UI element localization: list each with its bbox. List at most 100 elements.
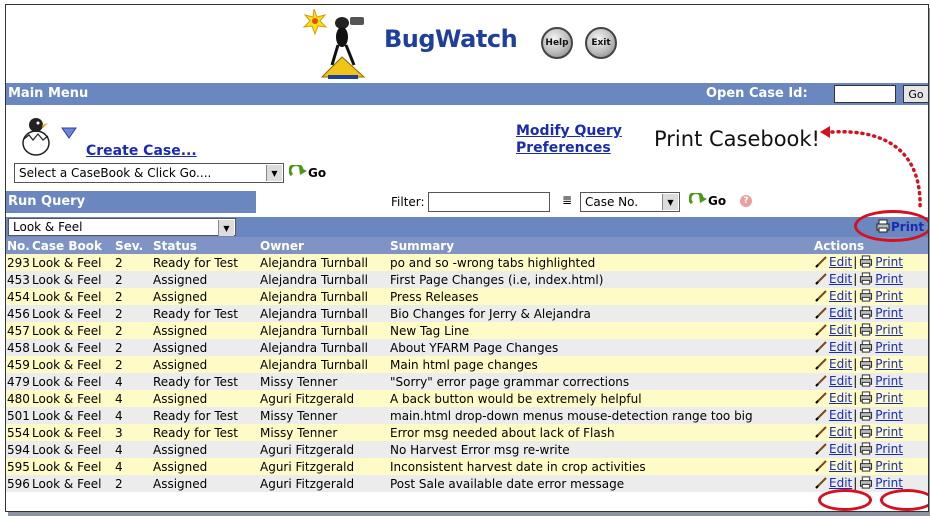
chevron-down-icon: ▼ bbox=[662, 194, 678, 210]
print-link[interactable]: Print bbox=[875, 442, 903, 456]
printer-icon bbox=[860, 357, 873, 370]
pencil-icon bbox=[815, 374, 827, 387]
cell-severity: 2 bbox=[114, 271, 152, 288]
cell-no: 457 bbox=[6, 322, 31, 339]
cell-summary: Post Sale available date error message bbox=[389, 475, 813, 492]
table-row[interactable]: 554 Look & Feel 3 Ready for Test Missy Tenne… bbox=[6, 424, 928, 441]
casebook-select[interactable]: Select a CaseBook & Click Go.... ▼ bbox=[14, 163, 284, 183]
table-row[interactable]: 594 Look & Feel 4 Assigned Aguri Fitzgerald N… bbox=[6, 441, 928, 458]
cell-severity: 2 bbox=[114, 475, 152, 492]
print-link[interactable]: Print bbox=[875, 425, 903, 439]
help-icon[interactable]: ? bbox=[740, 195, 752, 207]
cell-actions: Edit | Print bbox=[813, 373, 928, 390]
cell-summary: No Harvest Error msg re-write bbox=[389, 441, 813, 458]
edit-link[interactable]: Edit bbox=[829, 272, 852, 286]
col-header-no[interactable]: No. bbox=[6, 237, 31, 254]
cell-summary: main.html drop-down menus mouse-detectio… bbox=[389, 407, 813, 424]
casebook-filter-row: Look & Feel ▼ Print bbox=[6, 217, 928, 237]
table-row[interactable]: 453 Look & Feel 2 Assigned Alejandra Turnbal… bbox=[6, 271, 928, 288]
edit-link[interactable]: Edit bbox=[829, 425, 852, 439]
cell-actions: Edit | Print bbox=[813, 322, 928, 339]
casebook-go-button[interactable]: Go bbox=[308, 166, 326, 180]
print-link[interactable]: Print bbox=[875, 374, 903, 388]
create-case-link[interactable]: Create Case... bbox=[86, 143, 197, 159]
table-row[interactable]: 479 Look & Feel 4 Ready for Test Missy Tenne… bbox=[6, 373, 928, 390]
cell-casebook: Look & Feel bbox=[31, 305, 114, 322]
edit-link[interactable]: Edit bbox=[829, 340, 852, 354]
col-header-summary[interactable]: Summary bbox=[389, 237, 813, 254]
print-link[interactable]: Print bbox=[875, 272, 903, 286]
help-button[interactable]: Help bbox=[541, 27, 573, 59]
print-link[interactable]: Print bbox=[875, 255, 903, 269]
cell-severity: 2 bbox=[114, 305, 152, 322]
print-link[interactable]: Print bbox=[875, 357, 903, 371]
table-row[interactable]: 293 Look & Feel 2 Ready for Test Alejandra T… bbox=[6, 254, 928, 271]
run-query-go-button[interactable]: Go bbox=[708, 194, 726, 208]
open-case-input[interactable] bbox=[834, 85, 896, 103]
edit-link[interactable]: Edit bbox=[829, 459, 852, 473]
go-arrow-icon[interactable] bbox=[689, 193, 709, 209]
edit-link[interactable]: Edit bbox=[829, 255, 852, 269]
open-case-go-button[interactable]: Go bbox=[903, 85, 928, 103]
print-link[interactable]: Print bbox=[875, 391, 903, 405]
sort-select-value: Case No. bbox=[585, 195, 639, 209]
expand-triangle-icon[interactable] bbox=[61, 127, 77, 142]
cell-no: 501 bbox=[6, 407, 31, 424]
print-link[interactable]: Print bbox=[875, 476, 903, 490]
table-row[interactable]: 501 Look & Feel 4 Ready for Test Missy Tenne… bbox=[6, 407, 928, 424]
col-header-status[interactable]: Status bbox=[152, 237, 259, 254]
table-row[interactable]: 454 Look & Feel 2 Assigned Alejandra Turnbal… bbox=[6, 288, 928, 305]
separator: | bbox=[853, 390, 858, 405]
col-header-casebook[interactable]: Case Book bbox=[31, 237, 114, 254]
table-row[interactable]: 596 Look & Feel 2 Assigned Aguri Fitzgerald P… bbox=[6, 475, 928, 492]
exit-button[interactable]: Exit bbox=[585, 27, 617, 59]
row-print-highlight-ellipse bbox=[880, 489, 928, 511]
cell-summary: Inconsistent harvest date in crop activi… bbox=[389, 458, 813, 475]
edit-link[interactable]: Edit bbox=[829, 357, 852, 371]
sort-select[interactable]: Case No. ▼ bbox=[580, 192, 680, 212]
separator: | bbox=[853, 373, 858, 388]
edit-link[interactable]: Edit bbox=[829, 391, 852, 405]
table-row[interactable]: 456 Look & Feel 2 Ready for Test Alejandra T… bbox=[6, 305, 928, 322]
printer-icon bbox=[860, 425, 873, 438]
pencil-icon bbox=[815, 323, 827, 336]
cell-summary: About YFARM Page Changes bbox=[389, 339, 813, 356]
edit-link[interactable]: Edit bbox=[829, 289, 852, 303]
print-link[interactable]: Print bbox=[875, 408, 903, 422]
print-link[interactable]: Print bbox=[875, 459, 903, 473]
cell-casebook: Look & Feel bbox=[31, 441, 114, 458]
edit-link[interactable]: Edit bbox=[829, 442, 852, 456]
cell-no: 459 bbox=[6, 356, 31, 373]
edit-link[interactable]: Edit bbox=[829, 408, 852, 422]
modify-query-preferences-link[interactable]: Modify Query Preferences bbox=[516, 123, 622, 157]
table-row[interactable]: 457 Look & Feel 2 Assigned Alejandra Turnbal… bbox=[6, 322, 928, 339]
table-row[interactable]: 458 Look & Feel 2 Assigned Alejandra Turnbal… bbox=[6, 339, 928, 356]
case-table: No. Case Book Sev. Status Owner Summary … bbox=[6, 237, 928, 492]
go-arrow-icon[interactable] bbox=[289, 165, 309, 181]
cell-casebook: Look & Feel bbox=[31, 407, 114, 424]
print-link[interactable]: Print bbox=[875, 323, 903, 337]
sort-lines-icon: ≣ bbox=[562, 193, 573, 207]
table-row[interactable]: 595 Look & Feel 4 Assigned Aguri Fitzgerald I… bbox=[6, 458, 928, 475]
cell-summary: First Page Changes (i.e, index.html) bbox=[389, 271, 813, 288]
edit-link[interactable]: Edit bbox=[829, 374, 852, 388]
edit-link[interactable]: Edit bbox=[829, 476, 852, 490]
edit-link[interactable]: Edit bbox=[829, 306, 852, 320]
filter-input[interactable] bbox=[428, 192, 550, 212]
ant-logo-icon bbox=[302, 7, 392, 79]
separator: | bbox=[853, 475, 858, 490]
cell-owner: Missy Tenner bbox=[259, 373, 389, 390]
cell-actions: Edit | Print bbox=[813, 339, 928, 356]
table-row[interactable]: 459 Look & Feel 2 Assigned Alejandra Turnbal… bbox=[6, 356, 928, 373]
col-header-severity[interactable]: Sev. bbox=[114, 237, 152, 254]
print-link[interactable]: Print bbox=[875, 340, 903, 354]
table-row[interactable]: 480 Look & Feel 4 Assigned Aguri Fitzgerald A… bbox=[6, 390, 928, 407]
print-link[interactable]: Print bbox=[875, 306, 903, 320]
print-highlight-ellipse bbox=[854, 210, 928, 242]
casebook-filter-select[interactable]: Look & Feel ▼ bbox=[8, 218, 236, 236]
edit-link[interactable]: Edit bbox=[829, 323, 852, 337]
cell-summary: po and so -wrong tabs highlighted bbox=[389, 254, 813, 271]
print-link[interactable]: Print bbox=[875, 289, 903, 303]
col-header-owner[interactable]: Owner bbox=[259, 237, 389, 254]
separator: | bbox=[853, 458, 858, 473]
